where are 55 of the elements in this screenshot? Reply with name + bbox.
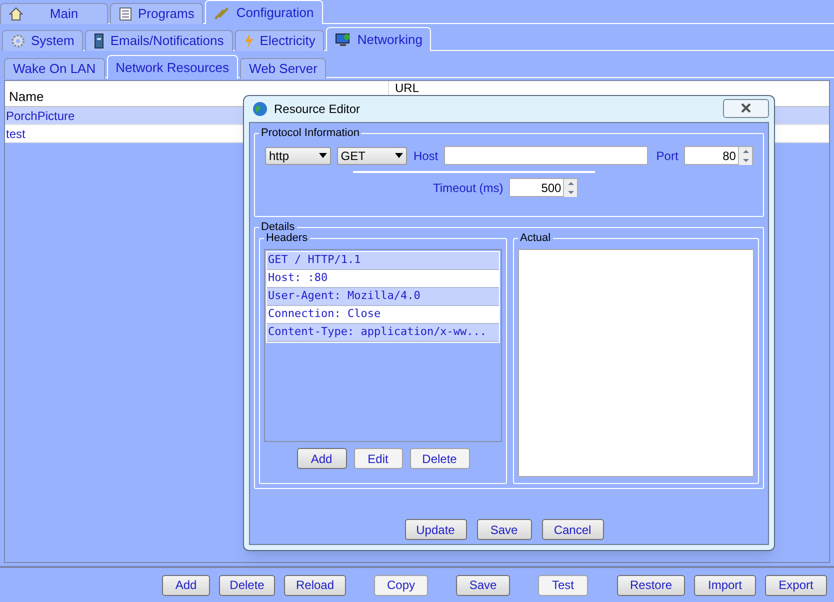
button[interactable]: Add [162,574,210,596]
host-field[interactable] [444,146,648,165]
chain-icon [214,6,230,20]
button[interactable]: Save [456,574,510,596]
dropdown[interactable]: GET [336,146,408,164]
button[interactable]: Edit [354,448,402,469]
field-label: Host [413,148,438,164]
list-item[interactable]: Host: :80 [267,270,499,288]
table-cell-text: test [5,126,26,142]
button[interactable]: Copy [374,574,428,596]
mailbox-icon [94,33,104,49]
dropdown[interactable]: http [265,146,331,164]
tab[interactable]: Network Resources [106,55,238,79]
button[interactable]: Restore [617,574,685,596]
port-spinner[interactable]: 80 [684,146,753,165]
spin-arrows-icon[interactable] [563,178,578,196]
field-label: Port [656,148,678,164]
tab[interactable]: System [2,30,84,51]
close-icon [740,103,752,113]
list-item[interactable]: Connection: Close [267,306,499,324]
button[interactable]: Export [765,574,827,596]
button[interactable]: Add [296,448,346,469]
caret-icon [395,153,404,158]
tab[interactable]: Main [0,3,108,24]
close-button[interactable] [723,98,769,118]
tab[interactable]: Emails/Notifications [85,30,233,51]
list-item[interactable]: Content-Type: application/x-ww... [267,324,499,342]
button[interactable]: Cancel [542,519,604,540]
house-icon [9,7,23,21]
timeout-spinner[interactable]: 500 [509,178,578,197]
globe-icon [252,101,268,117]
button[interactable]: Update [404,519,466,540]
gear-icon [11,34,25,48]
list-item[interactable]: GET / HTTP/1.1 [267,252,499,270]
column-header[interactable]: URL [389,81,426,95]
button[interactable]: Test [538,574,588,596]
spin-arrows-icon[interactable] [738,146,752,164]
field-label: Timeout (ms) [433,180,504,196]
tab[interactable]: Configuration [205,0,323,24]
tab[interactable]: Networking [326,27,432,51]
tab[interactable]: Programs [110,3,204,24]
button[interactable]: Reload [284,574,346,596]
button[interactable]: Delete [410,448,470,469]
list-item[interactable]: User-Agent: Mozilla/4.0 [267,288,499,306]
tab[interactable]: Web Server [240,58,326,79]
table-cell-text: PorchPicture [5,108,76,124]
monitor-icon [335,32,352,46]
caret-icon [318,153,327,158]
tab[interactable]: Electricity [234,30,324,51]
document-icon [119,7,132,21]
tab[interactable]: Wake On LAN [4,58,105,79]
button[interactable]: Delete [219,574,275,596]
button[interactable]: Import [694,574,756,596]
lightning-icon [244,33,254,49]
button[interactable]: Save [476,519,532,540]
